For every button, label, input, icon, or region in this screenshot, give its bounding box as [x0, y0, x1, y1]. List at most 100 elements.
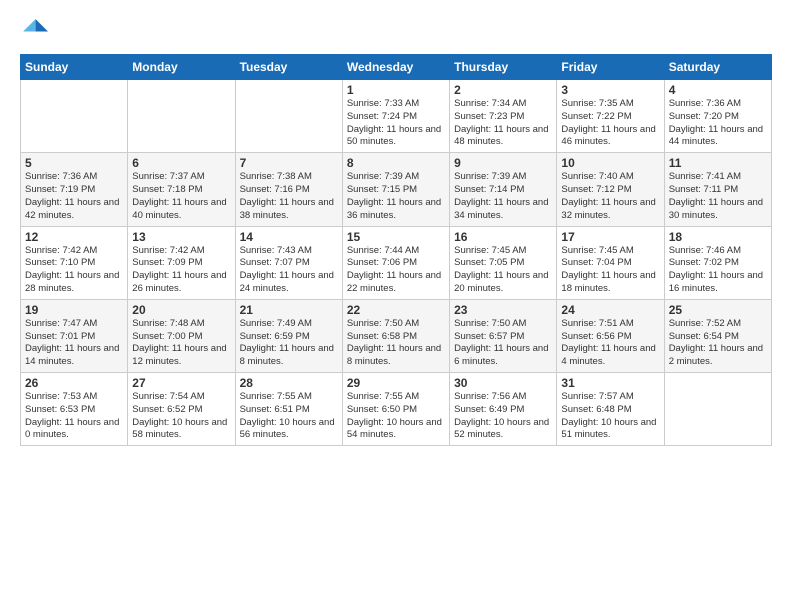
weekday-header-tuesday: Tuesday [235, 55, 342, 80]
day-number: 28 [240, 376, 338, 390]
day-info: Sunrise: 7:39 AM Sunset: 7:14 PM Dayligh… [454, 171, 552, 222]
day-number: 11 [669, 156, 767, 170]
day-info: Sunrise: 7:47 AM Sunset: 7:01 PM Dayligh… [25, 318, 123, 369]
calendar-table: SundayMondayTuesdayWednesdayThursdayFrid… [20, 54, 772, 446]
day-info: Sunrise: 7:36 AM Sunset: 7:20 PM Dayligh… [669, 98, 767, 149]
calendar-cell: 27Sunrise: 7:54 AM Sunset: 6:52 PM Dayli… [128, 373, 235, 446]
day-number: 1 [347, 83, 445, 97]
day-number: 16 [454, 230, 552, 244]
calendar-cell: 14Sunrise: 7:43 AM Sunset: 7:07 PM Dayli… [235, 226, 342, 299]
calendar-cell: 31Sunrise: 7:57 AM Sunset: 6:48 PM Dayli… [557, 373, 664, 446]
calendar-cell: 22Sunrise: 7:50 AM Sunset: 6:58 PM Dayli… [342, 299, 449, 372]
calendar-cell: 19Sunrise: 7:47 AM Sunset: 7:01 PM Dayli… [21, 299, 128, 372]
day-info: Sunrise: 7:45 AM Sunset: 7:04 PM Dayligh… [561, 245, 659, 296]
day-info: Sunrise: 7:53 AM Sunset: 6:53 PM Dayligh… [25, 391, 123, 442]
day-info: Sunrise: 7:36 AM Sunset: 7:19 PM Dayligh… [25, 171, 123, 222]
calendar-cell: 17Sunrise: 7:45 AM Sunset: 7:04 PM Dayli… [557, 226, 664, 299]
weekday-header-monday: Monday [128, 55, 235, 80]
day-number: 24 [561, 303, 659, 317]
calendar-cell: 10Sunrise: 7:40 AM Sunset: 7:12 PM Dayli… [557, 153, 664, 226]
day-number: 4 [669, 83, 767, 97]
day-info: Sunrise: 7:42 AM Sunset: 7:10 PM Dayligh… [25, 245, 123, 296]
day-number: 18 [669, 230, 767, 244]
day-number: 8 [347, 156, 445, 170]
day-info: Sunrise: 7:37 AM Sunset: 7:18 PM Dayligh… [132, 171, 230, 222]
calendar-cell: 26Sunrise: 7:53 AM Sunset: 6:53 PM Dayli… [21, 373, 128, 446]
day-info: Sunrise: 7:41 AM Sunset: 7:11 PM Dayligh… [669, 171, 767, 222]
day-info: Sunrise: 7:54 AM Sunset: 6:52 PM Dayligh… [132, 391, 230, 442]
calendar-cell: 4Sunrise: 7:36 AM Sunset: 7:20 PM Daylig… [664, 80, 771, 153]
day-number: 14 [240, 230, 338, 244]
day-info: Sunrise: 7:51 AM Sunset: 6:56 PM Dayligh… [561, 318, 659, 369]
day-number: 5 [25, 156, 123, 170]
calendar-page: SundayMondayTuesdayWednesdayThursdayFrid… [0, 0, 792, 612]
calendar-cell: 7Sunrise: 7:38 AM Sunset: 7:16 PM Daylig… [235, 153, 342, 226]
calendar-cell [664, 373, 771, 446]
day-number: 23 [454, 303, 552, 317]
day-number: 13 [132, 230, 230, 244]
day-info: Sunrise: 7:57 AM Sunset: 6:48 PM Dayligh… [561, 391, 659, 442]
calendar-cell: 30Sunrise: 7:56 AM Sunset: 6:49 PM Dayli… [450, 373, 557, 446]
calendar-cell: 13Sunrise: 7:42 AM Sunset: 7:09 PM Dayli… [128, 226, 235, 299]
calendar-cell: 11Sunrise: 7:41 AM Sunset: 7:11 PM Dayli… [664, 153, 771, 226]
day-info: Sunrise: 7:49 AM Sunset: 6:59 PM Dayligh… [240, 318, 338, 369]
day-info: Sunrise: 7:38 AM Sunset: 7:16 PM Dayligh… [240, 171, 338, 222]
day-info: Sunrise: 7:50 AM Sunset: 6:58 PM Dayligh… [347, 318, 445, 369]
day-info: Sunrise: 7:45 AM Sunset: 7:05 PM Dayligh… [454, 245, 552, 296]
weekday-header-wednesday: Wednesday [342, 55, 449, 80]
calendar-week-4: 19Sunrise: 7:47 AM Sunset: 7:01 PM Dayli… [21, 299, 772, 372]
day-number: 12 [25, 230, 123, 244]
day-info: Sunrise: 7:34 AM Sunset: 7:23 PM Dayligh… [454, 98, 552, 149]
day-info: Sunrise: 7:35 AM Sunset: 7:22 PM Dayligh… [561, 98, 659, 149]
calendar-cell: 5Sunrise: 7:36 AM Sunset: 7:19 PM Daylig… [21, 153, 128, 226]
day-info: Sunrise: 7:39 AM Sunset: 7:15 PM Dayligh… [347, 171, 445, 222]
day-number: 25 [669, 303, 767, 317]
calendar-cell: 20Sunrise: 7:48 AM Sunset: 7:00 PM Dayli… [128, 299, 235, 372]
day-number: 22 [347, 303, 445, 317]
weekday-header-thursday: Thursday [450, 55, 557, 80]
day-number: 20 [132, 303, 230, 317]
day-info: Sunrise: 7:42 AM Sunset: 7:09 PM Dayligh… [132, 245, 230, 296]
weekday-header-friday: Friday [557, 55, 664, 80]
day-number: 10 [561, 156, 659, 170]
weekday-header-row: SundayMondayTuesdayWednesdayThursdayFrid… [21, 55, 772, 80]
calendar-week-3: 12Sunrise: 7:42 AM Sunset: 7:10 PM Dayli… [21, 226, 772, 299]
calendar-cell: 16Sunrise: 7:45 AM Sunset: 7:05 PM Dayli… [450, 226, 557, 299]
calendar-cell: 12Sunrise: 7:42 AM Sunset: 7:10 PM Dayli… [21, 226, 128, 299]
calendar-cell: 18Sunrise: 7:46 AM Sunset: 7:02 PM Dayli… [664, 226, 771, 299]
day-number: 7 [240, 156, 338, 170]
calendar-cell: 15Sunrise: 7:44 AM Sunset: 7:06 PM Dayli… [342, 226, 449, 299]
day-info: Sunrise: 7:55 AM Sunset: 6:51 PM Dayligh… [240, 391, 338, 442]
calendar-cell: 8Sunrise: 7:39 AM Sunset: 7:15 PM Daylig… [342, 153, 449, 226]
calendar-cell: 28Sunrise: 7:55 AM Sunset: 6:51 PM Dayli… [235, 373, 342, 446]
day-number: 26 [25, 376, 123, 390]
day-number: 6 [132, 156, 230, 170]
calendar-cell: 21Sunrise: 7:49 AM Sunset: 6:59 PM Dayli… [235, 299, 342, 372]
day-info: Sunrise: 7:46 AM Sunset: 7:02 PM Dayligh… [669, 245, 767, 296]
day-number: 2 [454, 83, 552, 97]
day-number: 30 [454, 376, 552, 390]
day-number: 29 [347, 376, 445, 390]
calendar-cell [21, 80, 128, 153]
day-info: Sunrise: 7:44 AM Sunset: 7:06 PM Dayligh… [347, 245, 445, 296]
calendar-cell: 24Sunrise: 7:51 AM Sunset: 6:56 PM Dayli… [557, 299, 664, 372]
calendar-cell: 25Sunrise: 7:52 AM Sunset: 6:54 PM Dayli… [664, 299, 771, 372]
calendar-cell: 6Sunrise: 7:37 AM Sunset: 7:18 PM Daylig… [128, 153, 235, 226]
calendar-cell: 2Sunrise: 7:34 AM Sunset: 7:23 PM Daylig… [450, 80, 557, 153]
calendar-cell [235, 80, 342, 153]
calendar-week-1: 1Sunrise: 7:33 AM Sunset: 7:24 PM Daylig… [21, 80, 772, 153]
page-header [20, 16, 772, 44]
day-info: Sunrise: 7:33 AM Sunset: 7:24 PM Dayligh… [347, 98, 445, 149]
day-number: 3 [561, 83, 659, 97]
logo [20, 16, 52, 44]
day-number: 31 [561, 376, 659, 390]
day-info: Sunrise: 7:43 AM Sunset: 7:07 PM Dayligh… [240, 245, 338, 296]
calendar-week-2: 5Sunrise: 7:36 AM Sunset: 7:19 PM Daylig… [21, 153, 772, 226]
calendar-cell: 29Sunrise: 7:55 AM Sunset: 6:50 PM Dayli… [342, 373, 449, 446]
calendar-cell: 3Sunrise: 7:35 AM Sunset: 7:22 PM Daylig… [557, 80, 664, 153]
calendar-cell: 9Sunrise: 7:39 AM Sunset: 7:14 PM Daylig… [450, 153, 557, 226]
calendar-cell [128, 80, 235, 153]
day-number: 17 [561, 230, 659, 244]
day-info: Sunrise: 7:50 AM Sunset: 6:57 PM Dayligh… [454, 318, 552, 369]
logo-icon [20, 16, 48, 44]
